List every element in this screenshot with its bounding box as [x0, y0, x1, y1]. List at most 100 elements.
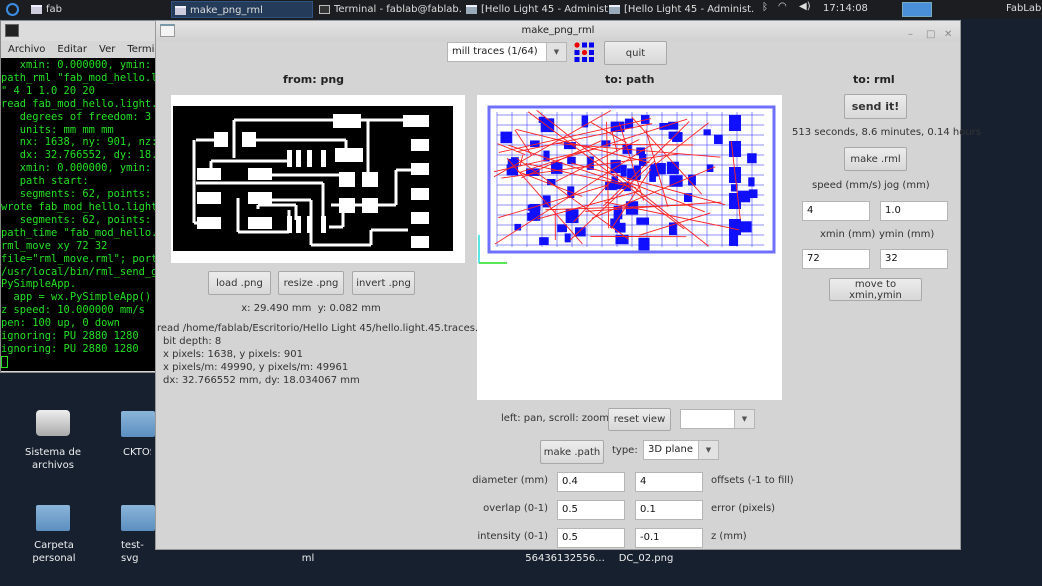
- intensity-input[interactable]: 0.5: [557, 528, 625, 548]
- error-label: error (pixels): [711, 503, 776, 514]
- move-line: [498, 184, 608, 219]
- user-name[interactable]: FabLab: [1006, 3, 1041, 14]
- move-to-xmin-ymin-button[interactable]: move to xmin,ymin: [829, 278, 922, 301]
- load-png-button[interactable]: load .png: [208, 271, 271, 295]
- toolpath-pad: [638, 237, 650, 251]
- toolpath-pad: [666, 161, 679, 174]
- desktop-icon-home[interactable]: Carpeta personal: [14, 539, 94, 565]
- terminal-line: segments: 62, points:: [1, 188, 158, 201]
- resize-png-button[interactable]: resize .png: [278, 271, 344, 295]
- terminal-line: ignoring: PU 2880 1280: [1, 330, 139, 343]
- menu-editar[interactable]: Editar: [57, 44, 87, 55]
- overlap-input[interactable]: 0.5: [557, 500, 625, 520]
- window-icon: [31, 5, 42, 14]
- view-select[interactable]: ▼: [680, 409, 755, 429]
- minimize-button[interactable]: –: [908, 25, 913, 45]
- png-info-line-0: read /home/fablab/Escritorio/Hello Light…: [157, 323, 498, 334]
- z-input[interactable]: -0.1: [635, 528, 703, 548]
- terminal-cursor: [1, 355, 8, 368]
- png-preview[interactable]: [171, 95, 465, 263]
- taskbar-item-terminal[interactable]: Terminal - fablab@fablab...: [316, 1, 462, 18]
- make-png-rml-window: make_png_rml – □ ✕ mill traces (1/64) ▼ q…: [155, 20, 981, 550]
- quit-button[interactable]: quit: [604, 41, 667, 65]
- bluetooth-icon[interactable]: ᛒ: [762, 2, 768, 13]
- png-info-line-1: bit depth: 8: [163, 336, 222, 347]
- move-line: [506, 157, 583, 245]
- speed-label: speed (mm/s): [812, 180, 882, 191]
- drive-icon[interactable]: [36, 410, 70, 436]
- terminal-line: pen: 100 up, 0 down: [1, 317, 120, 330]
- taskbar-label: [Hello Light 45 - Administ...: [481, 4, 613, 15]
- error-input[interactable]: 0.1: [635, 500, 703, 520]
- png-info-line-2: x pixels: 1638, y pixels: 901: [163, 349, 303, 360]
- taskbar-item-folder-2[interactable]: [Hello Light 45 - Administ...: [606, 1, 754, 18]
- volume-icon[interactable]: ◀): [799, 1, 811, 12]
- desktop-icon-dc02[interactable]: DC_02.png: [606, 552, 686, 565]
- home-folder-icon: [36, 505, 70, 531]
- terminal-output[interactable]: xmin: 0.000000, ymin: 0.000000path_rml "…: [1, 58, 159, 371]
- taskbar: fab make_png_rml Terminal - fablab@fabla…: [0, 0, 1042, 19]
- rml-heading: to: rml: [853, 73, 895, 86]
- mode-select-value: mill traces (1/64): [452, 46, 538, 57]
- maximize-button[interactable]: □: [926, 25, 935, 45]
- clock[interactable]: 17:14:08: [823, 3, 868, 14]
- terminal-line: xmin: 0.000000, ymin: 0.000000: [19, 59, 159, 71]
- app-menu-icon[interactable]: [6, 3, 19, 16]
- xmin-input[interactable]: 72: [802, 249, 870, 269]
- menu-ver[interactable]: Ver: [99, 44, 115, 55]
- desktop-icon-test-svg[interactable]: test-svg: [121, 539, 155, 565]
- make-rml-button[interactable]: make .rml: [844, 147, 907, 171]
- mode-select[interactable]: mill traces (1/64) ▼: [447, 42, 567, 62]
- toolpath-pad: [614, 222, 626, 233]
- window-titlebar[interactable]: make_png_rml – □ ✕: [156, 21, 960, 41]
- terminal-line: z speed: 10.000000 mm/s: [1, 304, 145, 317]
- invert-png-button[interactable]: invert .png: [352, 271, 415, 295]
- desktop-icon-cktos[interactable]: CKTOS: [101, 446, 151, 459]
- menu-archivo[interactable]: Archivo: [8, 44, 45, 55]
- window-icon: [175, 6, 186, 15]
- toolpath-pad: [565, 209, 579, 224]
- desktop-icon-ml[interactable]: ml: [268, 552, 348, 565]
- diameter-label: diameter (mm): [472, 475, 548, 486]
- pcb-traces-image: [173, 106, 453, 251]
- jog-input[interactable]: 1.0: [880, 201, 948, 221]
- send-it-button[interactable]: send it!: [844, 94, 907, 119]
- ymin-input[interactable]: 32: [880, 249, 948, 269]
- terminal-line: dx: 32.766552, dy: 18.034067: [19, 149, 159, 162]
- terminal-line: degrees of freedom: 3: [1, 110, 152, 123]
- offsets-label: offsets (-1 to fill): [711, 475, 794, 486]
- terminal-line: PySimpleApp.: [1, 278, 77, 291]
- chevron-down-icon: ▼: [546, 43, 566, 61]
- png-heading: from: png: [283, 73, 345, 86]
- cursor-coords: x: 29.490 mm y: 0.082 mm: [241, 303, 381, 314]
- workspace-switcher[interactable]: [902, 2, 932, 17]
- close-button[interactable]: ✕: [944, 25, 952, 45]
- terminal-line: path_time "fab_mod_hello.light: [1, 226, 159, 239]
- terminal-titlebar[interactable]: [1, 21, 159, 41]
- fab-modules-logo-icon: [574, 42, 594, 62]
- desktop-icon-file[interactable]: 56436132556...: [525, 552, 605, 565]
- desktop-icon-filesystem[interactable]: Sistema de archivos: [13, 446, 93, 472]
- terminal-line: wrote fab_mod_hello.light.45: [1, 200, 159, 213]
- toolpath-pad: [729, 141, 741, 157]
- offsets-input[interactable]: 4: [635, 472, 703, 492]
- path-preview[interactable]: [477, 95, 782, 400]
- reset-view-button[interactable]: reset view: [608, 408, 671, 431]
- wifi-icon[interactable]: ◠: [778, 1, 787, 12]
- taskbar-label: fab: [46, 4, 62, 15]
- taskbar-item-make-png-rml[interactable]: make_png_rml: [171, 1, 313, 18]
- toolpath-pad: [748, 177, 755, 187]
- toolpath-pad: [748, 189, 758, 199]
- toolpath-pad: [729, 115, 741, 131]
- png-info-line-3: x pixels/m: 49990, y pixels/m: 49961: [163, 362, 349, 373]
- taskbar-label: [Hello Light 45 - Administ...: [624, 4, 754, 15]
- z-label: z (mm): [711, 531, 747, 542]
- terminal-line: xmin: 0.000000, ymin: 0.000000: [19, 162, 159, 175]
- taskbar-item-folder-1[interactable]: [Hello Light 45 - Administ...: [463, 1, 613, 18]
- speed-input[interactable]: 4: [802, 201, 870, 221]
- diameter-input[interactable]: 0.4: [557, 472, 625, 492]
- taskbar-item-fab[interactable]: fab: [28, 1, 128, 18]
- type-select-value: 3D plane: [648, 444, 693, 455]
- type-select[interactable]: 3D plane ▼: [643, 440, 719, 460]
- make-path-button[interactable]: make .path: [540, 440, 604, 464]
